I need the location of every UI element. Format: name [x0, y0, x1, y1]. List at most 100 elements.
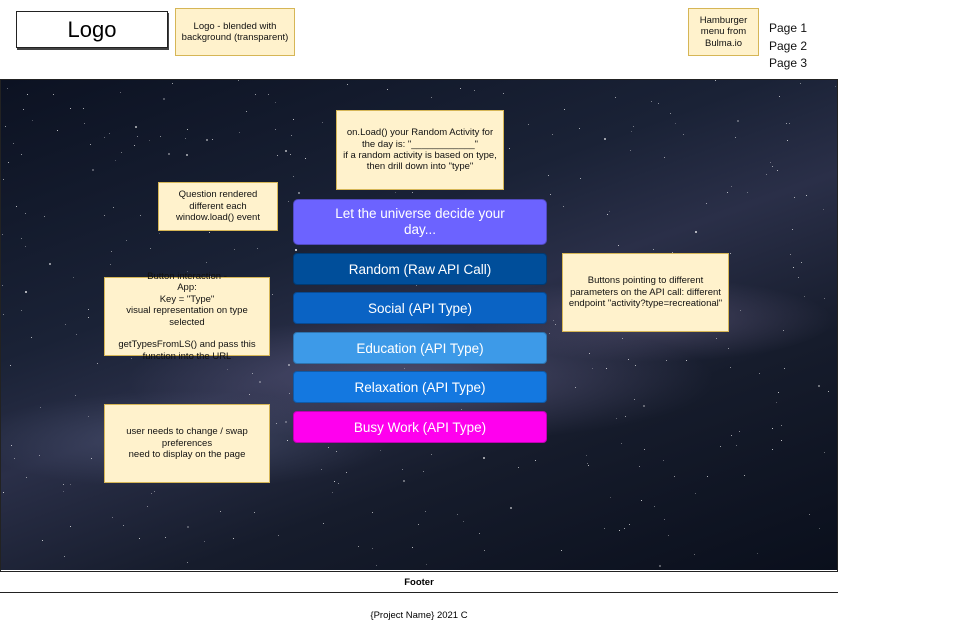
- star-decoration: [285, 150, 287, 152]
- star-decoration: [126, 240, 127, 241]
- star-decoration: [484, 550, 485, 551]
- star-decoration: [575, 387, 576, 388]
- universe-decide-button[interactable]: Let the universe decide your day...: [293, 199, 547, 245]
- star-decoration: [165, 537, 166, 538]
- star-decoration: [73, 277, 74, 278]
- star-decoration: [518, 467, 519, 468]
- api-note: Buttons pointing to different parameters…: [562, 253, 729, 332]
- star-decoration: [40, 407, 41, 408]
- star-decoration: [770, 162, 771, 163]
- star-decoration: [57, 130, 58, 131]
- star-decoration: [259, 381, 261, 383]
- star-decoration: [154, 491, 155, 492]
- star-decoration: [686, 360, 687, 361]
- star-decoration: [239, 132, 240, 133]
- star-decoration: [288, 364, 290, 366]
- star-decoration: [474, 90, 475, 91]
- star-decoration: [461, 409, 462, 410]
- star-decoration: [528, 124, 529, 125]
- star-decoration: [150, 248, 151, 249]
- star-decoration: [781, 440, 782, 441]
- star-decoration: [92, 169, 94, 171]
- random-button[interactable]: Random (Raw API Call): [293, 253, 547, 285]
- star-decoration: [44, 216, 45, 217]
- star-decoration: [63, 491, 64, 492]
- star-decoration: [792, 229, 793, 230]
- star-decoration: [800, 83, 801, 84]
- star-decoration: [828, 391, 829, 392]
- star-decoration: [706, 203, 707, 204]
- star-decoration: [615, 97, 616, 98]
- star-decoration: [187, 129, 188, 130]
- star-decoration: [402, 469, 403, 470]
- star-decoration: [338, 483, 339, 484]
- star-decoration: [589, 353, 590, 354]
- star-decoration: [634, 399, 635, 400]
- star-decoration: [212, 139, 213, 140]
- star-decoration: [42, 540, 43, 541]
- star-decoration: [134, 145, 135, 146]
- star-decoration: [716, 338, 717, 339]
- star-decoration: [275, 102, 276, 103]
- star-decoration: [535, 460, 536, 461]
- star-decoration: [268, 94, 269, 95]
- star-decoration: [395, 192, 396, 193]
- star-decoration: [460, 88, 461, 89]
- star-decoration: [786, 123, 787, 124]
- star-decoration: [766, 174, 767, 175]
- star-decoration: [736, 445, 737, 446]
- star-decoration: [104, 215, 105, 216]
- star-decoration: [744, 475, 745, 476]
- nav-page-1[interactable]: Page 1: [769, 20, 807, 38]
- star-decoration: [781, 425, 782, 426]
- star-decoration: [135, 126, 137, 128]
- star-decoration: [418, 524, 419, 525]
- star-decoration: [548, 175, 549, 176]
- nav-page-3[interactable]: Page 3: [769, 55, 807, 73]
- star-decoration: [790, 254, 791, 255]
- star-decoration: [731, 186, 732, 187]
- star-decoration: [257, 248, 258, 249]
- nav-page-2[interactable]: Page 2: [769, 38, 807, 56]
- star-decoration: [658, 103, 659, 104]
- busy-work-button[interactable]: Busy Work (API Type): [293, 411, 547, 443]
- star-decoration: [305, 158, 306, 159]
- star-decoration: [412, 192, 413, 193]
- star-decoration: [483, 457, 485, 459]
- star-decoration: [109, 133, 110, 134]
- star-decoration: [674, 476, 675, 477]
- star-decoration: [695, 493, 696, 494]
- star-decoration: [784, 368, 785, 369]
- star-decoration: [431, 454, 432, 455]
- star-decoration: [757, 553, 758, 554]
- star-decoration: [14, 458, 15, 459]
- education-button[interactable]: Education (API Type): [293, 332, 547, 364]
- star-decoration: [801, 262, 802, 263]
- star-decoration: [580, 178, 581, 179]
- logo[interactable]: Logo: [16, 11, 168, 48]
- star-decoration: [295, 249, 297, 251]
- star-decoration: [112, 517, 113, 518]
- star-decoration: [549, 333, 550, 334]
- star-decoration: [819, 528, 820, 529]
- star-decoration: [779, 96, 780, 97]
- star-decoration: [25, 213, 26, 214]
- star-decoration: [731, 435, 732, 436]
- star-decoration: [151, 493, 152, 494]
- star-decoration: [21, 310, 22, 311]
- relaxation-button[interactable]: Relaxation (API Type): [293, 371, 547, 403]
- star-decoration: [254, 512, 255, 513]
- star-decoration: [168, 153, 170, 155]
- star-decoration: [631, 131, 632, 132]
- social-button[interactable]: Social (API Type): [293, 292, 547, 324]
- star-decoration: [275, 129, 276, 130]
- star-decoration: [347, 84, 348, 85]
- star-decoration: [604, 528, 605, 529]
- star-decoration: [123, 525, 124, 526]
- star-decoration: [293, 119, 294, 120]
- star-decoration: [675, 123, 676, 124]
- star-decoration: [818, 385, 820, 387]
- star-decoration: [683, 134, 684, 135]
- star-decoration: [628, 359, 629, 360]
- star-decoration: [804, 296, 805, 297]
